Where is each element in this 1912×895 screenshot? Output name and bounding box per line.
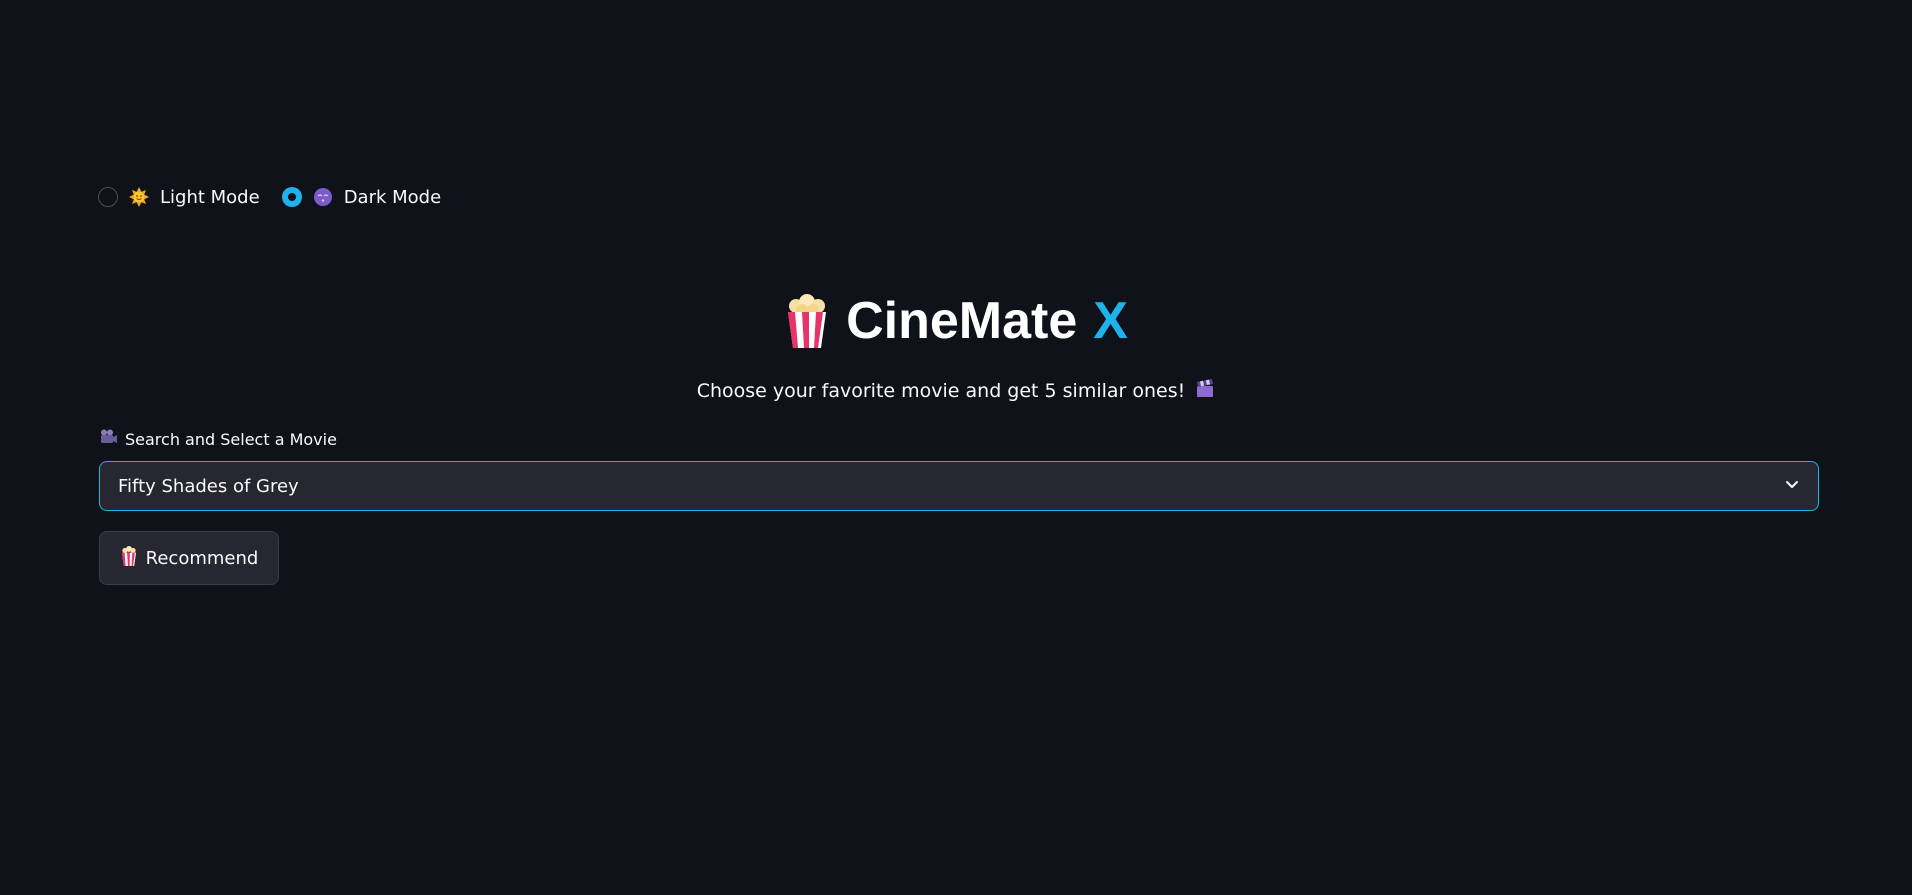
movie-select[interactable]: Fifty Shades of Grey — [99, 461, 1819, 511]
light-mode-option[interactable]: Light Mode — [98, 186, 260, 208]
title-main: CineMate — [846, 292, 1078, 350]
movie-select-label-text: Search and Select a Movie — [125, 429, 337, 449]
movie-select-label: Search and Select a Movie — [100, 429, 337, 449]
recommend-button[interactable]: Recommend — [99, 531, 279, 585]
clapper-board-icon — [1195, 378, 1215, 403]
chevron-down-icon[interactable] — [1784, 476, 1800, 497]
subtitle-text: Choose your favorite movie and get 5 sim… — [696, 379, 1186, 402]
light-mode-radio[interactable] — [98, 187, 118, 207]
popcorn-icon — [120, 545, 138, 571]
subtitle: Choose your favorite movie and get 5 sim… — [0, 378, 1912, 403]
movie-select-value: Fifty Shades of Grey — [118, 475, 299, 497]
sun-face-icon — [128, 186, 150, 208]
crescent-moon-face-icon — [312, 186, 334, 208]
light-mode-label: Light Mode — [160, 186, 260, 208]
dark-mode-option[interactable]: Dark Mode — [281, 186, 442, 208]
recommend-button-label: Recommend — [145, 547, 259, 569]
title-accent: X — [1093, 292, 1128, 350]
theme-radio-group: Light Mode Dark Mode — [98, 186, 441, 208]
movie-camera-icon — [100, 429, 118, 449]
dark-mode-radio[interactable] — [281, 187, 302, 207]
dark-mode-label: Dark Mode — [343, 186, 442, 208]
page-title: CineMate X — [0, 286, 1912, 356]
popcorn-icon — [784, 294, 830, 348]
